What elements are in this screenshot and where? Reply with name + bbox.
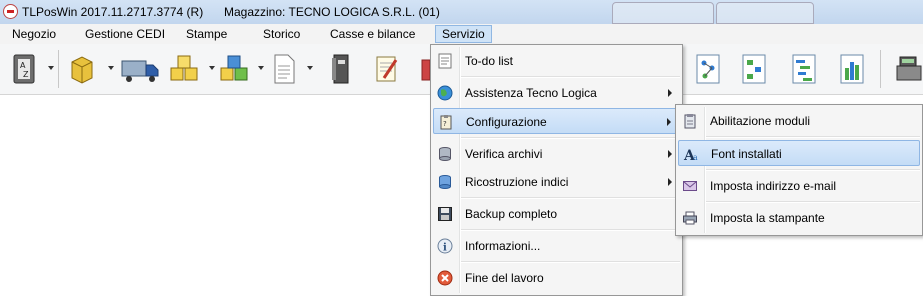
toolbar-separator bbox=[58, 50, 59, 88]
printer-icon bbox=[683, 211, 697, 225]
info-icon: i bbox=[437, 238, 453, 254]
menu-item-label: Configurazione bbox=[466, 115, 547, 129]
notepad-edit-icon[interactable] bbox=[372, 52, 400, 86]
background-tab bbox=[612, 2, 714, 24]
colored-boxes-icon[interactable] bbox=[218, 52, 252, 86]
svg-text:?: ? bbox=[443, 120, 447, 128]
menu-item-label: Abilitazione moduli bbox=[710, 114, 811, 128]
menu-item-label: Assistenza Tecno Logica bbox=[465, 86, 597, 100]
cash-register-icon[interactable] bbox=[894, 52, 923, 86]
menu-separator bbox=[461, 261, 680, 263]
svg-text:Z: Z bbox=[23, 70, 29, 79]
menu-item-font-installati[interactable]: Aa Font installati bbox=[678, 140, 920, 166]
gantt-chart-icon[interactable] bbox=[790, 52, 818, 86]
floppy-disk-icon bbox=[438, 207, 452, 221]
menu-item-label: Verifica archivi bbox=[465, 147, 543, 161]
menu-item-imposta-email[interactable]: Imposta indirizzo e-mail bbox=[678, 173, 920, 199]
app-logo-icon bbox=[3, 4, 18, 19]
database-refresh-icon bbox=[439, 175, 451, 189]
menu-item-verifica-archivi[interactable]: Verifica archivi bbox=[433, 141, 680, 167]
menu-item-label: To-do list bbox=[465, 54, 514, 68]
chevron-down-icon[interactable] bbox=[258, 66, 264, 70]
menu-item-configurazione[interactable]: ? Configurazione bbox=[433, 108, 680, 134]
menu-separator bbox=[461, 76, 680, 78]
delivery-truck-icon[interactable] bbox=[120, 52, 160, 86]
svg-text:i: i bbox=[443, 243, 447, 254]
menu-item-label: Backup completo bbox=[465, 207, 558, 221]
menu-item-label: Fine del lavoro bbox=[465, 271, 544, 285]
menu-separator bbox=[706, 169, 920, 171]
stock-boxes-icon[interactable] bbox=[168, 52, 202, 86]
svg-text:a: a bbox=[693, 153, 698, 162]
menu-item-fine-del-lavoro[interactable]: Fine del lavoro bbox=[433, 265, 680, 291]
address-book-icon[interactable]: A Z bbox=[10, 52, 38, 86]
network-chart-icon[interactable] bbox=[694, 52, 722, 86]
submenu-arrow-icon bbox=[668, 178, 672, 186]
submenu-arrow-icon bbox=[667, 118, 671, 126]
submenu-arrow-icon bbox=[668, 150, 672, 158]
diagram-icon[interactable] bbox=[740, 52, 768, 86]
menu-separator bbox=[461, 229, 680, 231]
chevron-down-icon[interactable] bbox=[48, 66, 54, 70]
chevron-down-icon[interactable] bbox=[108, 66, 114, 70]
document-icon[interactable] bbox=[270, 52, 298, 86]
warehouse-label: Magazzino: TECNO LOGICA S.R.L. (01) bbox=[224, 5, 440, 19]
menu-bar: Negozio Gestione CEDI Stampe Storico Cas… bbox=[0, 24, 923, 45]
menu-item-label: Ricostruzione indici bbox=[465, 175, 569, 189]
menu-item-label: Informazioni... bbox=[465, 239, 541, 253]
menu-casse-e-bilance[interactable]: Casse e bilance bbox=[324, 26, 421, 42]
chevron-down-icon[interactable] bbox=[307, 66, 313, 70]
menu-servizio[interactable]: Servizio bbox=[435, 25, 492, 43]
chevron-down-icon[interactable] bbox=[209, 66, 215, 70]
clipboard-icon: ? bbox=[440, 115, 452, 130]
menu-item-imposta-stampante[interactable]: Imposta la stampante bbox=[678, 205, 920, 231]
product-box-icon[interactable] bbox=[68, 52, 96, 86]
menu-item-ricostruzione-indici[interactable]: Ricostruzione indici bbox=[433, 169, 680, 195]
menu-item-informazioni[interactable]: i Informazioni... bbox=[433, 233, 680, 259]
email-icon bbox=[683, 181, 697, 191]
menu-separator bbox=[461, 137, 680, 139]
globe-icon bbox=[437, 85, 453, 101]
menu-separator bbox=[461, 197, 680, 199]
submenu-arrow-icon bbox=[668, 89, 672, 97]
menu-item-label: Imposta indirizzo e-mail bbox=[710, 179, 837, 193]
menu-separator bbox=[706, 201, 920, 203]
svg-text:A: A bbox=[20, 61, 26, 70]
database-icon bbox=[439, 147, 451, 161]
exit-icon bbox=[437, 270, 453, 286]
servizio-menu: To-do list Assistenza Tecno Logica ? Con… bbox=[430, 44, 683, 296]
binder-icon[interactable] bbox=[326, 52, 354, 86]
title-bar: TLPosWin 2017.11.2717.3774 (R) Magazzino… bbox=[0, 0, 923, 24]
menu-negozio[interactable]: Negozio bbox=[6, 26, 62, 42]
menu-item-label: Font installati bbox=[711, 147, 782, 161]
window-title: TLPosWin 2017.11.2717.3774 (R) bbox=[22, 5, 204, 19]
font-icon: Aa bbox=[683, 148, 698, 162]
menu-separator bbox=[706, 136, 920, 138]
modules-icon bbox=[684, 114, 696, 129]
menu-item-label: Imposta la stampante bbox=[710, 211, 825, 225]
background-tab bbox=[716, 2, 814, 24]
bar-chart-icon[interactable] bbox=[838, 52, 866, 86]
menu-stampe[interactable]: Stampe bbox=[180, 26, 233, 42]
partial-icon[interactable] bbox=[420, 52, 430, 86]
menu-gestione-cedi[interactable]: Gestione CEDI bbox=[79, 26, 171, 42]
menu-item-assistenza[interactable]: Assistenza Tecno Logica bbox=[433, 80, 680, 106]
menu-item-backup-completo[interactable]: Backup completo bbox=[433, 201, 680, 227]
configurazione-submenu: Abilitazione moduli Aa Font installati I… bbox=[675, 104, 923, 236]
menu-storico[interactable]: Storico bbox=[257, 26, 306, 42]
toolbar-separator bbox=[880, 50, 881, 88]
todo-list-icon bbox=[438, 53, 452, 69]
menu-item-abilitazione-moduli[interactable]: Abilitazione moduli bbox=[678, 108, 920, 134]
menu-item-todo-list[interactable]: To-do list bbox=[433, 48, 680, 74]
